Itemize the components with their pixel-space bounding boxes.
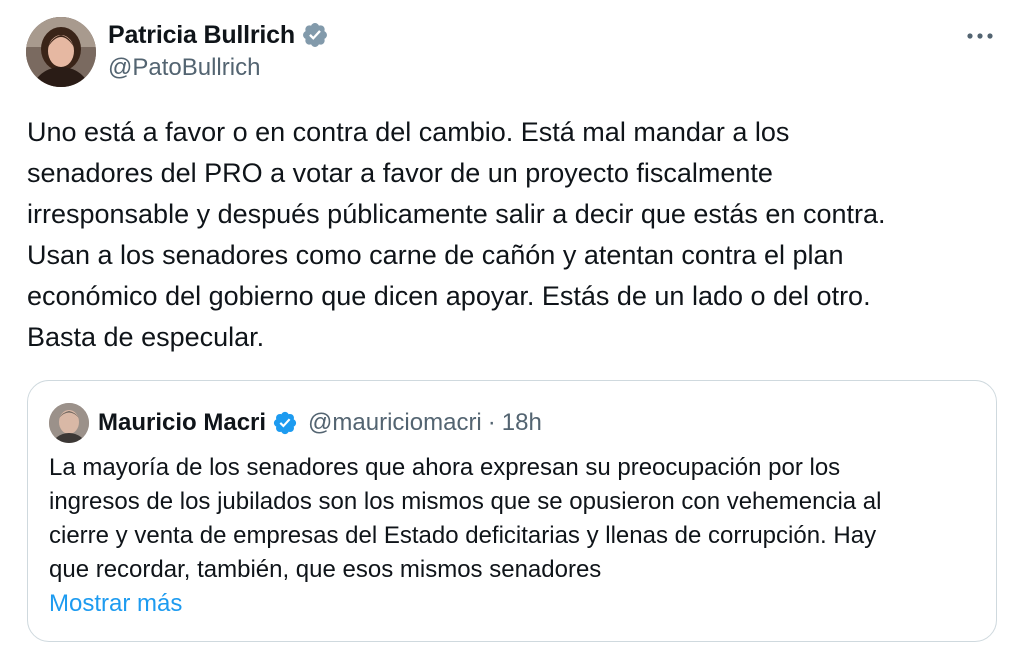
more-horizontal-icon: [967, 33, 993, 39]
author-name-row: Patricia Bullrich: [108, 18, 329, 52]
quoted-tweet-header: Mauricio Macri @mauriciomacri · 18h: [98, 404, 542, 442]
quoted-tweet-timestamp[interactable]: 18h: [502, 409, 542, 437]
quoted-tweet-card[interactable]: Mauricio Macri @mauriciomacri · 18h La m…: [27, 380, 997, 642]
quoted-author-display-name[interactable]: Mauricio Macri: [98, 409, 266, 437]
more-options-button[interactable]: [964, 22, 996, 50]
quoted-tweet-text: La mayoría de los senadores que ahora ex…: [49, 454, 882, 583]
tweet-text: Uno está a favor o en contra del cambio.…: [27, 117, 886, 352]
author-display-name[interactable]: Patricia Bullrich: [108, 21, 295, 50]
verified-badge-icon[interactable]: [301, 21, 329, 49]
tweet: Patricia Bullrich @PatoBullrich Uno está…: [0, 0, 1024, 657]
author-handle[interactable]: @PatoBullrich: [108, 54, 329, 82]
author-info: Patricia Bullrich @PatoBullrich: [108, 18, 329, 82]
verified-badge-icon[interactable]: [272, 410, 298, 436]
quoted-author-handle[interactable]: @mauriciomacri: [308, 409, 482, 437]
separator-dot: ·: [487, 409, 496, 436]
avatar-image: [26, 17, 96, 87]
quoted-avatar-image: [49, 403, 89, 443]
author-avatar[interactable]: [26, 17, 96, 87]
show-more-link[interactable]: Mostrar más: [49, 587, 182, 621]
quoted-author-avatar[interactable]: [49, 403, 89, 443]
